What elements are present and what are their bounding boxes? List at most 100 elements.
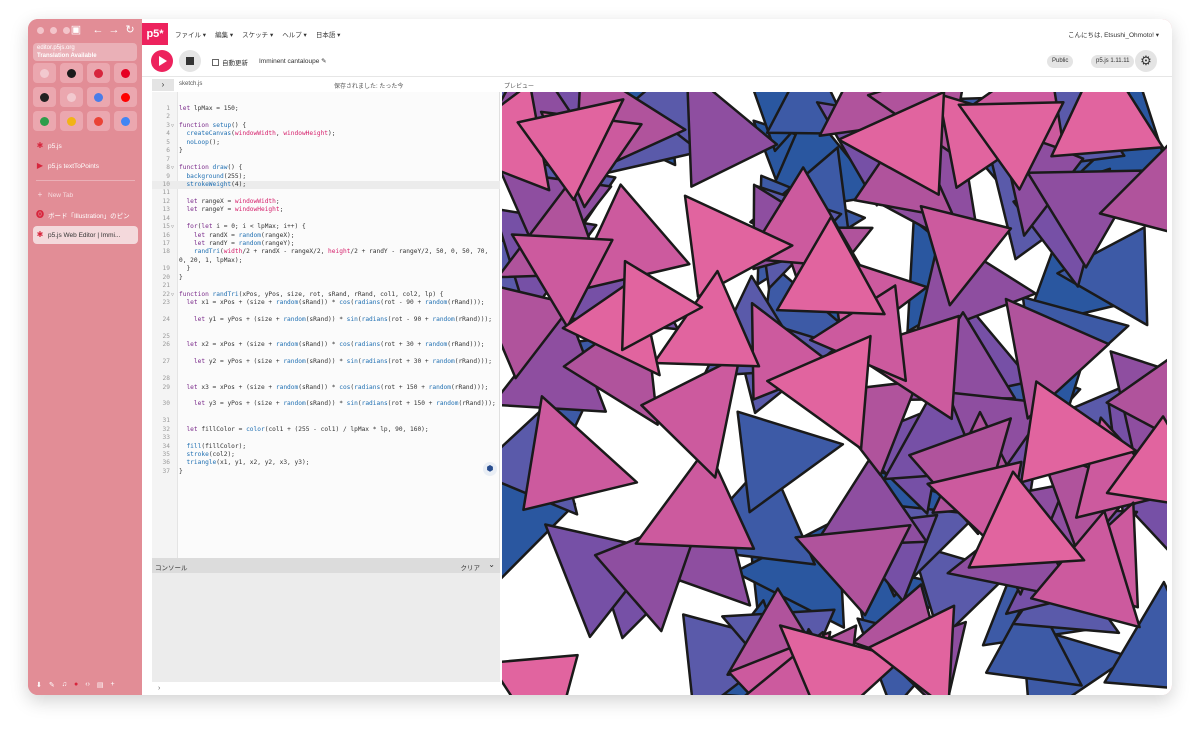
visibility-badge[interactable]: Public [1047,55,1074,68]
code-line[interactable]: 30 let y3 = yPos + (size + random(sRand)… [152,400,500,417]
code-line[interactable]: 8 ▽ function draw() { [152,164,500,172]
stop-button[interactable] [179,50,201,72]
window-icon[interactable]: ▤ [97,681,104,689]
sidebar-toggle-icon[interactable]: ▣ [70,24,82,36]
code-line[interactable]: 37} [152,468,500,476]
code-lines[interactable]: 1 let lpMax = 150; 2 3 ▽ function setup() {4 … [152,105,500,476]
code-line[interactable]: 6} [152,147,500,155]
code-line[interactable]: 7 [152,156,500,164]
console-clear-button[interactable]: クリア [461,562,481,572]
tab-p5-web-editor[interactable]: ✱ p5.js Web Editor | Immi... [33,226,138,244]
code-line[interactable]: 24 let y1 = yPos + (size + random(sRand)… [152,316,500,333]
menu-sketch[interactable]: スケッチ ▾ [242,29,273,39]
fold-arrow-icon[interactable]: ▽ [171,223,174,231]
code-icon[interactable]: ‹› [85,681,90,689]
code-line[interactable]: 21 [152,282,500,290]
favorite-drive2-icon[interactable] [60,111,83,131]
favorite-youtube-icon[interactable] [114,87,137,107]
code-text: } [179,147,183,155]
code-line[interactable]: 20} [152,274,500,282]
p5-logo[interactable]: p5* [142,23,168,45]
code-line[interactable]: 17 let randY = random(rangeY); [152,240,500,248]
zoom-window-button[interactable] [63,27,70,34]
version-badge[interactable]: p5.js 1.11.11 [1091,55,1135,68]
code-line[interactable]: 35 stroke(col2); [152,451,500,459]
code-line[interactable]: 18 randTri(width/2 + randX - rangeX/2, h… [152,248,500,265]
console-input[interactable]: › [152,682,500,695]
record-icon[interactable]: ● [74,681,78,689]
tab-pinterest-board[interactable]: ⓿ ボード「Illustration」のピン [33,206,138,224]
back-arrow-icon[interactable]: ← [92,24,104,36]
code-line[interactable]: 22 ▽ function randTri(xPos, yPos, size, ro… [152,291,500,299]
favorite-drive-icon[interactable] [33,111,56,131]
music-icon[interactable]: ♫ [62,681,67,689]
code-line[interactable]: 4 createCanvas(windowWidth, windowHeight… [152,130,500,138]
code-line[interactable]: 3 ▽ function setup() { [152,122,500,130]
favorite-shield-icon[interactable] [87,63,110,83]
code-line[interactable]: 28 [152,375,500,383]
code-line[interactable]: 26 let x2 = xPos + (size + random(sRand)… [152,341,500,358]
favorite-openai-icon[interactable] [33,87,56,107]
code-line[interactable]: 10 strokeWeight(4); [152,180,500,190]
code-line[interactable]: 5 noLoop(); [152,139,500,147]
pinned-tab-texttopoints[interactable]: ▶ p5.js textToPoints [33,157,138,175]
fold-arrow-icon[interactable]: ▽ [171,164,174,172]
code-line[interactable]: 29 let x3 = xPos + (size + random(sRand)… [152,384,500,401]
code-line[interactable]: 27 let y2 = yPos + (size + random(sRand)… [152,358,500,375]
favorite-pinterest-icon[interactable] [114,63,137,83]
code-line[interactable]: 19 } [152,265,500,273]
favorite-p5-icon[interactable] [33,63,56,83]
favorite-globe-icon[interactable] [60,87,83,107]
translation-notice[interactable]: Translation Available [37,52,133,60]
code-line[interactable]: 33 [152,434,500,442]
code-line[interactable]: 12 let rangeX = windowWidth; [152,198,500,206]
menu-edit[interactable]: 編集 ▾ [215,29,233,39]
code-line[interactable]: 11 [152,189,500,197]
code-line[interactable]: 9 background(255); [152,173,500,181]
new-tab-button[interactable]: + New Tab [33,186,138,204]
code-line[interactable]: 16 let randX = random(rangeX); [152,232,500,240]
favorite-photos-icon[interactable] [114,111,137,131]
close-window-button[interactable] [37,27,44,34]
menu-language[interactable]: 日本語 ▾ [316,29,341,39]
code-text: let rangeX = windowWidth; [186,197,280,205]
fold-arrow-icon[interactable]: ▽ [171,291,174,299]
pinned-tab-p5js[interactable]: ✱ p5.js [33,137,138,155]
auto-refresh-toggle[interactable]: 自動更新 [212,57,248,67]
code-line[interactable]: 36 triangle(x1, y1, x2, y2, x3, y3); [152,459,500,467]
favorite-gemini-icon[interactable] [87,87,110,107]
favorite-github-icon[interactable] [60,63,83,83]
forward-arrow-icon[interactable]: → [108,24,120,36]
wand-icon[interactable]: ✎ [49,681,55,689]
code-line[interactable]: 31 [152,417,500,425]
menu-file[interactable]: ファイル ▾ [175,29,206,39]
user-menu[interactable]: こんにちは, Etsushi_Ohmoto! ▾ [1068,29,1159,39]
code-line[interactable]: 32 let fillColor = color(col1 + (255 - c… [152,426,500,434]
code-editor[interactable]: 1 let lpMax = 150; 2 3 ▽ function setup() {4 … [152,92,500,558]
sketch-preview[interactable] [502,92,1167,695]
minimize-window-button[interactable] [50,27,57,34]
code-line[interactable]: 14 [152,215,500,223]
expand-sidebar-chevron-icon[interactable]: › [152,79,174,91]
plus-icon[interactable]: + [111,681,115,689]
code-line[interactable]: 2 [152,113,500,121]
play-button[interactable] [151,50,173,72]
download-icon[interactable]: ⬇ [36,681,42,689]
auto-refresh-checkbox[interactable] [212,58,219,66]
code-line[interactable]: 34 fill(fillColor); [152,443,500,451]
code-line[interactable]: 15 ▽ for(let i = 0; i < lpMax; i++) { [152,223,500,231]
sketch-name[interactable]: Imminent cantaloupe ✎ [259,57,327,65]
menu-help[interactable]: ヘルプ ▾ [282,29,307,39]
code-line[interactable]: 13 let rangeY = windowHeight; [152,206,500,214]
url-bar[interactable]: editor.p5js.org Translation Available [33,43,137,61]
favorite-gmail-icon[interactable] [87,111,110,131]
settings-gear-icon[interactable]: ⚙ [1135,50,1157,72]
reload-icon[interactable]: ↻ [124,24,136,36]
code-line[interactable]: 25 [152,333,500,341]
fold-arrow-icon[interactable]: ▽ [171,122,174,130]
preview-canvas[interactable] [502,92,1167,695]
code-line[interactable]: 23 let x1 = xPos + (size + random(sRand)… [152,299,500,316]
accessibility-hex-icon[interactable]: ⬢ [483,462,497,476]
chevron-down-icon[interactable]: ⌄ [488,560,495,569]
code-line[interactable]: 1 let lpMax = 150; [152,105,500,113]
